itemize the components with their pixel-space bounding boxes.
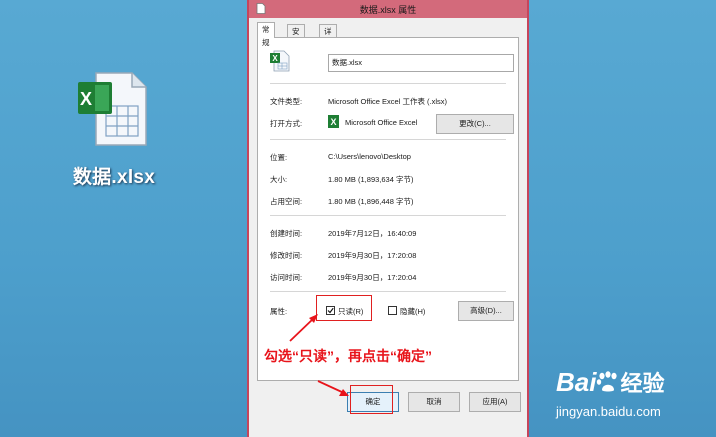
tab-general[interactable]: 常规 [257, 22, 275, 47]
open-with-label: 打开方式: [270, 119, 303, 128]
divider [270, 291, 506, 292]
excel-app-icon: X [328, 115, 339, 128]
svg-text:X: X [330, 117, 336, 127]
watermark-url: jingyan.baidu.com [556, 404, 661, 419]
filename-input[interactable]: 数据.xlsx [328, 54, 514, 72]
cancel-button[interactable]: 取消 [408, 392, 460, 412]
tab-details[interactable]: 详细信息 [319, 24, 337, 75]
size-label: 大小: [270, 175, 288, 184]
dialog-title: 数据.xlsx 属性 [359, 5, 417, 15]
properties-dialog: 数据.xlsx 属性 常规 安全 详细信息 X 数据.xlsx 文件类型: Mi… [247, 0, 529, 437]
created-label: 创建时间: [270, 229, 303, 238]
modified-value: 2019年9月30日，17:20:08 [328, 251, 417, 260]
desktop-file-label: 数据.xlsx [72, 167, 156, 188]
location-label: 位置: [270, 153, 288, 162]
title-bar[interactable]: 数据.xlsx 属性 [249, 0, 527, 18]
disk-size-label: 占用空间: [270, 197, 303, 206]
watermark-logo-text: Bai [556, 367, 597, 397]
svg-text:X: X [80, 89, 92, 109]
excel-file-small-icon: X [270, 50, 290, 72]
file-type-value: Microsoft Office Excel 工作表 (.xlsx) [328, 97, 448, 106]
svg-text:X: X [272, 54, 278, 63]
divider [270, 83, 506, 84]
open-with-value: Microsoft Office Excel [345, 118, 418, 127]
advanced-button[interactable]: 高级(D)... [458, 301, 514, 321]
attributes-label: 属性: [270, 307, 288, 316]
apply-button[interactable]: 应用(A) [469, 392, 521, 412]
general-panel: X 数据.xlsx 文件类型: Microsoft Office Excel 工… [257, 37, 519, 381]
readonly-highlight-box [316, 295, 372, 321]
divider [270, 215, 506, 216]
ok-highlight-box [350, 385, 393, 414]
accessed-value: 2019年9月30日，17:20:04 [328, 273, 417, 282]
annotation-text: 勾选“只读”，再点击“确定” [264, 348, 432, 364]
disk-size-value: 1.80 MB (1,896,448 字节) [328, 197, 414, 206]
file-type-label: 文件类型: [270, 97, 303, 106]
hidden-label[interactable]: 隐藏(H) [400, 306, 425, 317]
location-value: C:\Users\lenovo\Desktop [328, 152, 411, 161]
created-value: 2019年7月12日，16:40:09 [328, 229, 417, 238]
size-value: 1.80 MB (1,893,634 字节) [328, 175, 414, 184]
excel-x-badge-icon: X [78, 82, 112, 114]
tab-security[interactable]: 安全 [287, 24, 305, 49]
modified-label: 修改时间: [270, 251, 303, 260]
hidden-checkbox[interactable] [388, 306, 397, 315]
divider [270, 139, 506, 140]
accessed-label: 访问时间: [270, 273, 303, 282]
change-button[interactable]: 更改(C)... [436, 114, 514, 134]
watermark-logo-text2: 经验 [620, 371, 665, 396]
paw-icon [597, 371, 618, 392]
watermark-logo: Bai 经验 [556, 366, 664, 398]
